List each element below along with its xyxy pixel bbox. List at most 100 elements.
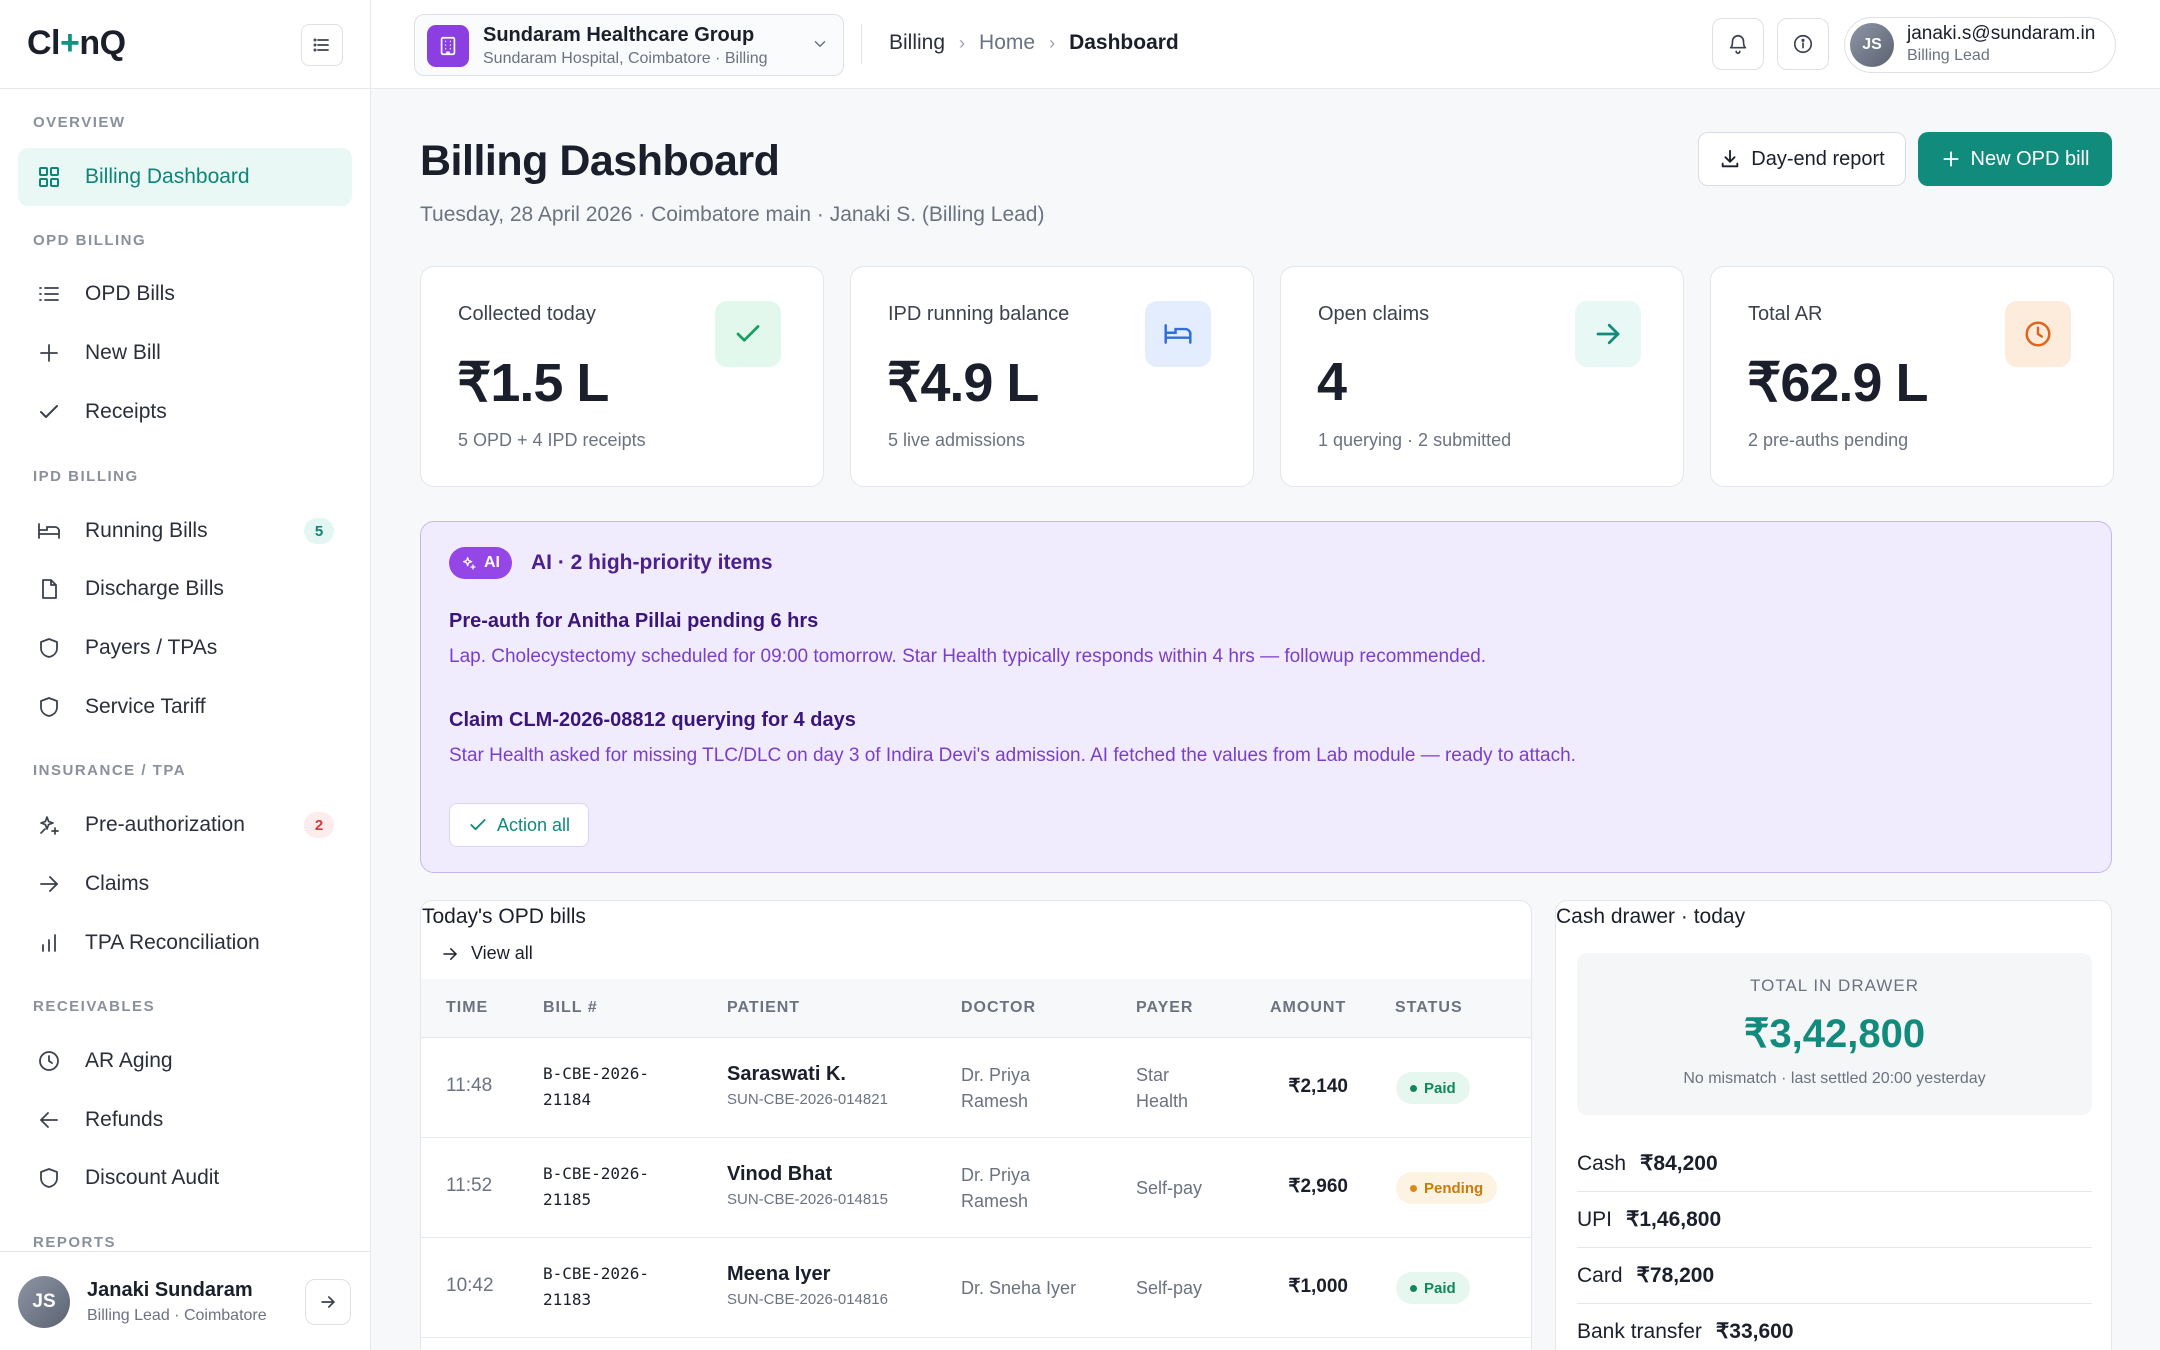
notifications-button[interactable] [1712,18,1764,70]
sidebar-item-service-tariff[interactable]: Service Tariff [18,678,352,736]
sidebar-item-claims[interactable]: Claims [18,855,352,913]
plus-icon [1942,151,1959,167]
view-all-label: View all [471,943,533,963]
ai-item-title[interactable]: Claim CLM-2026-08812 querying for 4 days [449,709,856,732]
stat-value: ₹4.9 L [887,353,1039,413]
payment-mode-label: Cash [1577,1151,1627,1175]
sidebar-item-billing-dashboard[interactable]: Billing Dashboard [18,148,352,206]
sidebar-item-tpa-reconciliation[interactable]: TPA Reconciliation [18,914,352,972]
column-header[interactable]: DOCTOR [961,999,1036,1017]
day-end-report-button[interactable]: Day-end report [1698,132,1906,186]
list-item: Card ₹78,200 [1577,1248,2092,1304]
stat-label: Open claims [1318,303,1430,325]
table-row[interactable]: 11:52 B-CBE-2026- 21185 Vinod Bhat SUN-CB… [421,1138,1531,1238]
column-header[interactable]: AMOUNT [1270,999,1346,1017]
sidebar-item-label: Service Tariff [85,695,206,718]
breadcrumb-home[interactable]: Home [979,31,1035,55]
sidebar-item-label: Claims [85,872,150,895]
bill-number[interactable]: B-CBE-2026- 21185 [543,1161,663,1213]
column-header[interactable]: TIME [446,999,488,1017]
sidebar-item-running-bills[interactable]: Running Bills 5 [18,502,352,560]
stat-footnote: 5 live admissions [888,430,1026,450]
stat-card-collected-today[interactable]: Collected today ₹1.5 L 5 OPD + 4 IPD rec… [420,266,824,487]
user-menu[interactable]: JS janaki.s@sundaram.in Billing Lead [1844,17,2116,73]
sidebar-item-label: Running Bills [85,519,208,542]
payment-mode-amount: ₹78,200 [1636,1264,1715,1287]
sidebar-item-new-bill[interactable]: New Bill [18,324,352,382]
logout-button[interactable] [305,1279,351,1325]
sidebar-item-discharge-bills[interactable]: Discharge Bills [18,560,352,618]
nav-section-reports: REPORTS [33,1234,117,1251]
bill-number[interactable]: B-CBE-2026- 21184 [543,1061,663,1113]
patient-id: SUN-CBE-2026-014815 [727,1191,888,1208]
column-header[interactable]: PATIENT [727,999,800,1017]
sidebar-collapse-button[interactable] [301,24,343,66]
nav-section-receivables: RECEIVABLES [33,998,156,1015]
stat-card-open-claims[interactable]: Open claims 4 1 querying · 2 submitted [1280,266,1684,487]
breadcrumb-billing[interactable]: Billing [889,31,945,55]
ai-insights-panel: AI AI · 2 high-priority items Pre-auth f… [420,521,2112,873]
breadcrumb: Billing › Home › Dashboard [889,31,1179,55]
table-row[interactable]: 11:48 B-CBE-2026- 21184 Saraswati K. SUN-… [421,1038,1531,1138]
organization-switcher[interactable]: Sundaram Healthcare Group Sundaram Hospi… [414,14,844,76]
info-button[interactable] [1777,18,1829,70]
file-icon [36,576,62,602]
arrow-right-icon [321,1296,335,1308]
topbar-divider [861,24,862,64]
grid-icon [36,164,62,190]
payment-mode-label: Card [1577,1263,1623,1287]
stat-footnote: 2 pre-auths pending [1748,430,1909,450]
sidebar-item-opd-bills[interactable]: OPD Bills [18,265,352,323]
shield-icon [36,635,62,661]
payer: Self-pay [1136,1178,1203,1198]
sidebar-item-label: New Bill [85,341,161,364]
sidebar-item-label: OPD Bills [85,282,175,305]
avatar: JS [1850,23,1894,67]
nav-section-overview: OVERVIEW [33,114,126,131]
sidebar-nav: OVERVIEW Billing Dashboard OPD BILLING O… [0,89,370,1251]
column-header[interactable]: BILL # [543,999,598,1017]
stat-card-total-ar[interactable]: Total AR ₹62.9 L 2 pre-auths pending [1710,266,2114,487]
sidebar-item-receipts[interactable]: Receipts [18,383,352,441]
ai-item-title[interactable]: Pre-auth for Anitha Pillai pending 6 hrs [449,610,818,633]
user-role: Billing Lead [1907,47,1990,64]
new-opd-bill-button[interactable]: New OPD bill [1918,132,2112,186]
action-all-button[interactable]: Action all [449,803,589,847]
organization-subtitle: Sundaram Hospital, Coimbatore · Billing [483,50,768,67]
sidebar: Cl+nQ OVERVIEW Billing Dashboard OPD BIL… [0,0,371,1350]
sidebar-item-refunds[interactable]: Refunds [18,1091,352,1149]
column-header[interactable]: STATUS [1395,999,1463,1017]
bell-icon [1729,35,1747,54]
sidebar-item-discount-audit[interactable]: Discount Audit [18,1149,352,1207]
clock-icon [36,1048,62,1074]
stat-card-ipd-running-balance[interactable]: IPD running balance ₹4.9 L 5 live admiss… [850,266,1254,487]
sparkles-icon [463,557,476,570]
stat-value: ₹1.5 L [457,353,609,413]
sidebar-item-payers-tpas[interactable]: Payers / TPAs [18,619,352,677]
payment-mode-amount: ₹1,46,800 [1626,1208,1722,1231]
app-logo[interactable]: Cl+nQ [27,24,126,63]
sidebar-item-label: Discount Audit [85,1166,220,1189]
sidebar-item-ar-aging[interactable]: AR Aging [18,1032,352,1090]
sidebar-item-pre-authorization[interactable]: Pre-authorization 2 [18,796,352,854]
doctor-name: Dr. Priya Ramesh [961,1165,1031,1211]
table-row[interactable]: 10:42 B-CBE-2026- 21183 Meena Iyer SUN-CB… [421,1238,1531,1338]
bill-amount: ₹1,000 [1288,1276,1348,1297]
avatar[interactable]: JS [18,1276,70,1328]
stat-footnote: 5 OPD + 4 IPD receipts [458,430,646,450]
arrow-right-icon [36,871,62,897]
column-header[interactable]: PAYER [1136,999,1193,1017]
bill-amount: ₹2,960 [1288,1176,1348,1197]
view-all-link[interactable]: View all [441,943,533,964]
check-icon [715,301,781,367]
payer: Self-pay [1136,1278,1203,1298]
clock-icon [2005,301,2071,367]
doctor-name: Dr. Sneha Iyer [961,1278,1077,1298]
bill-time: 11:52 [446,1175,493,1196]
bill-number[interactable]: B-CBE-2026- 21183 [543,1261,663,1313]
card-title: Today's OPD bills [422,905,586,928]
doctor-name: Dr. Priya Ramesh [961,1065,1031,1111]
ai-item-description: Star Health asked for missing TLC/DLC on… [449,745,1576,766]
nav-section-ipd-billing: IPD BILLING [33,468,139,485]
user-name: Janaki Sundaram [87,1279,253,1301]
